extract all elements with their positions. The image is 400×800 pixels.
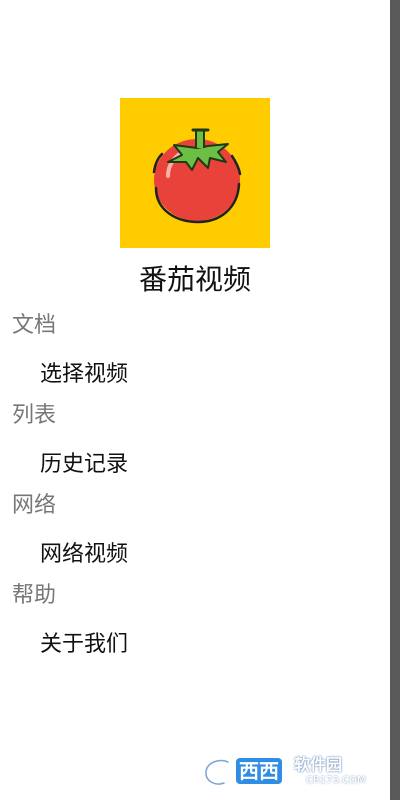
watermark-text: 软件园 CR173.COM: [294, 755, 378, 789]
watermark-logo-icon: [203, 757, 236, 787]
navigation-drawer: 番茄视频 文档 选择视频 列表 历史记录 网络 网络视频 帮助 关于我们: [0, 0, 390, 800]
app-title: 番茄视频: [138, 263, 251, 296]
menu-item-select-video[interactable]: 选择视频: [0, 354, 390, 398]
scrim-edge[interactable]: [390, 0, 400, 800]
menu-item-history[interactable]: 历史记录: [0, 444, 390, 488]
menu-item-label: 历史记录: [40, 452, 129, 477]
app-logo: [120, 98, 270, 248]
watermark-site: 软件园: [294, 755, 343, 774]
section-header: 列表: [12, 403, 57, 428]
drawer-menu: 文档 选择视频 列表 历史记录 网络 网络视频 帮助 关于我们: [0, 308, 390, 668]
site-watermark: 西西 软件园 CR173.COM: [198, 752, 380, 792]
menu-section-network: 网络 网络视频: [0, 488, 390, 578]
menu-section-help: 帮助 关于我们: [0, 578, 390, 668]
menu-section-list: 列表 历史记录: [0, 398, 390, 488]
menu-item-label: 关于我们: [40, 632, 129, 657]
tomato-icon: [152, 128, 242, 224]
menu-item-label: 选择视频: [40, 362, 129, 387]
section-header: 文档: [12, 313, 57, 338]
menu-item-network-video[interactable]: 网络视频: [0, 534, 390, 578]
menu-item-label: 网络视频: [40, 542, 129, 567]
menu-section-document: 文档 选择视频: [0, 308, 390, 398]
section-header: 网络: [12, 493, 57, 518]
section-header: 帮助: [12, 583, 57, 608]
watermark-brand: 西西: [236, 758, 282, 784]
watermark-domain: CR173.COM: [306, 775, 366, 786]
menu-item-about-us[interactable]: 关于我们: [0, 624, 390, 668]
app-screen: 番茄视频 文档 选择视频 列表 历史记录 网络 网络视频 帮助 关于我们 西西 …: [0, 0, 400, 800]
